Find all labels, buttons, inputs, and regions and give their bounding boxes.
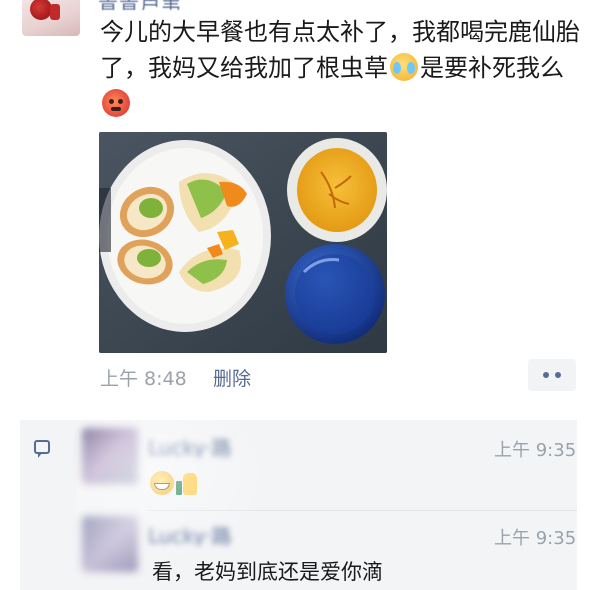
comments-panel: Lucky·路 上午 9:35 Lucky·路 上午 9:35 看，老妈到底还是…	[20, 420, 577, 590]
grinning-face-icon	[150, 471, 174, 495]
breakfast-photo-illustration	[99, 132, 387, 353]
comment-avatar[interactable]	[82, 428, 138, 484]
more-options-button[interactable]	[528, 359, 576, 391]
delete-post-link[interactable]: 删除	[213, 364, 251, 391]
post-text: 今儿的大早餐也有点太补了，我都喝完鹿仙胎了，我妈又给我加了根虫草 是要补死我么	[100, 14, 580, 122]
loudly-crying-face-icon	[390, 53, 418, 81]
comment-timestamp: 上午 9:35	[494, 528, 577, 549]
comment-author-name[interactable]: Lucky·路	[148, 432, 278, 458]
comment-avatar[interactable]	[82, 516, 138, 572]
dot-icon	[543, 372, 549, 378]
post-photo[interactable]	[99, 132, 387, 353]
dot-icon	[555, 372, 561, 378]
avatar-figure	[30, 0, 52, 20]
angry-face-icon	[102, 89, 130, 117]
comment-text[interactable]	[150, 470, 198, 496]
author-avatar[interactable]	[22, 0, 80, 36]
comment-text[interactable]: 看，老妈到底还是爱你滴	[152, 556, 383, 586]
thumbs-up-icon	[176, 471, 198, 495]
post-timestamp: 上午 8:48	[100, 368, 187, 390]
author-name[interactable]: 青青芦苇	[98, 0, 248, 10]
comment-icon	[34, 440, 50, 458]
comment-divider	[148, 510, 577, 511]
avatar-figure-detail	[50, 4, 60, 20]
comment-timestamp: 上午 9:35	[494, 440, 577, 461]
comment-author-name[interactable]: Lucky·路	[148, 520, 278, 546]
post-text-line-2: 是要补死我么	[420, 54, 564, 82]
